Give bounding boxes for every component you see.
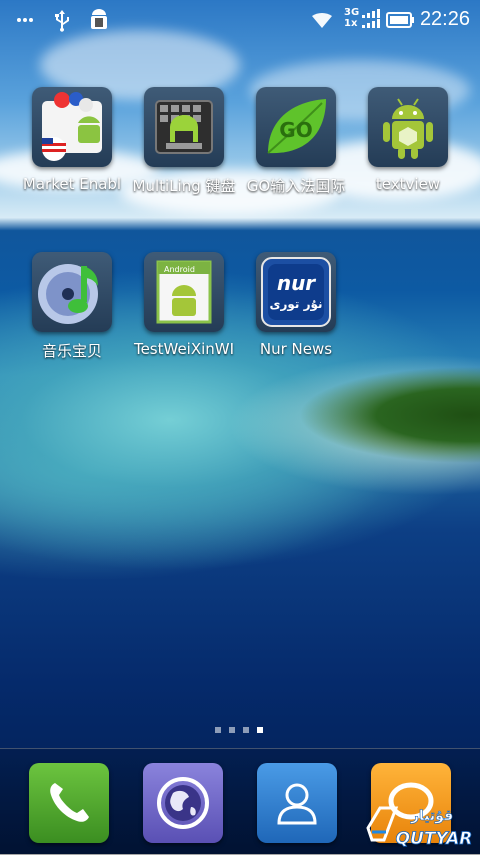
network-type-label: 3G: [344, 7, 360, 18]
nur-news-icon: nur نۇر تورى: [256, 252, 336, 332]
go-keyboard-icon: GO: [256, 87, 336, 167]
contacts-button[interactable]: [257, 763, 337, 843]
network-type-label-secondary: 1x: [344, 18, 358, 29]
go-logo-text: GO: [279, 118, 312, 142]
android-robot-icon: [368, 87, 448, 167]
overflow-dots-icon: [16, 0, 34, 40]
android-apk-label: Android: [164, 265, 195, 274]
watermark-text: QUTYAR: [396, 829, 473, 849]
page-indicator[interactable]: [215, 727, 263, 733]
wifi-icon: [311, 0, 333, 40]
qutyar-watermark: قۇتيار QUTYAR: [362, 800, 474, 850]
status-bar[interactable]: 3G 1x 22:26: [0, 0, 480, 40]
app-multiling-keyboard[interactable]: MultiLing 键盘: [128, 87, 240, 196]
signal-icon: [360, 0, 380, 40]
app-music-baby[interactable]: 音乐宝贝: [16, 252, 128, 361]
contacts-icon: [277, 783, 317, 825]
browser-button[interactable]: [143, 763, 223, 843]
app-textview[interactable]: textview: [352, 87, 464, 193]
nur-logo-latin: nur: [277, 271, 316, 295]
android-apk-icon: Android: [144, 252, 224, 332]
usb-icon: [52, 0, 72, 40]
music-cd-icon: [32, 252, 112, 332]
app-label: textview: [375, 175, 441, 193]
page-dot[interactable]: [243, 727, 249, 733]
watermark-script: قۇتيار: [410, 808, 453, 824]
app-label: MultiLing 键盘: [132, 177, 236, 195]
browser-globe-icon: [157, 777, 209, 829]
phone-icon: [50, 783, 89, 822]
page-dot[interactable]: [229, 727, 235, 733]
page-dot-active[interactable]: [257, 727, 263, 733]
app-label: TestWeiXinWI: [133, 340, 235, 358]
page-dot[interactable]: [215, 727, 221, 733]
phone-button[interactable]: [29, 763, 109, 843]
app-label: 音乐宝贝: [41, 342, 102, 360]
app-label: Market Enabl: [22, 175, 122, 193]
app-market-enabler[interactable]: Market Enabl: [16, 87, 128, 193]
app-label: GO输入法国际: [246, 177, 346, 195]
battery-icon: [386, 0, 414, 40]
debug-android-icon: [88, 0, 110, 40]
market-enabler-icon: [32, 87, 112, 167]
nur-logo-uyghur: نۇر تورى: [269, 297, 322, 312]
status-clock: 22:26: [419, 8, 470, 30]
keyboard-icon: [144, 87, 224, 167]
app-go-keyboard[interactable]: GO GO输入法国际: [240, 87, 352, 196]
app-label: Nur News: [259, 340, 333, 358]
app-nur-news[interactable]: nur نۇر تورى Nur News: [240, 252, 352, 358]
app-test-weixin[interactable]: Android TestWeiXinWI: [128, 252, 240, 358]
